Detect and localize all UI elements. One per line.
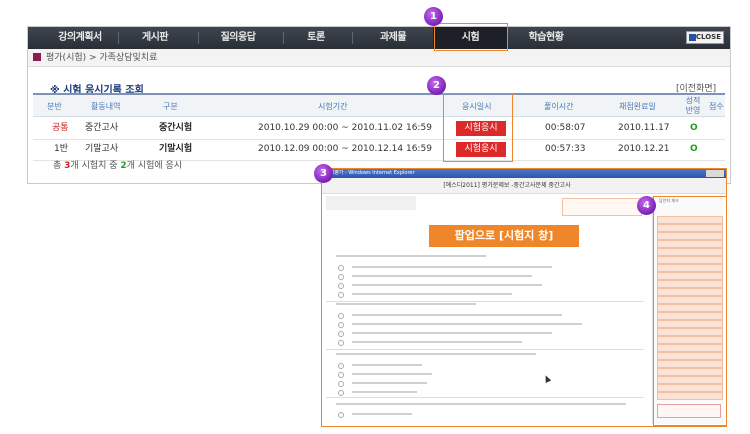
col-grading-date: 채점완료일: [619, 102, 656, 111]
col-type: 구분: [163, 102, 178, 111]
exam-summary: 총 3개 시험지 중 2개 시험에 응시: [53, 158, 182, 171]
breadcrumb-icon: [33, 53, 41, 61]
cell-grade-reflect: O: [690, 123, 698, 133]
step-badge-4: 4: [637, 196, 656, 215]
col-solve-time: 풀이시간: [544, 102, 574, 111]
breadcrumb-bar: 평가(시험) > 가족상담및치료: [28, 49, 730, 67]
nav-syllabus[interactable]: 강의계획서: [50, 27, 110, 49]
table-header: 분반 활동내역 구분 시험기간 응시일시 풀이시간 채점완료일 성적 반영 점수: [33, 93, 725, 117]
nav-board[interactable]: 게시판: [130, 27, 180, 49]
cell-activity: 중간고사: [85, 123, 119, 133]
col-period: 시험기간: [318, 102, 348, 111]
nav-divider: [352, 32, 353, 44]
summary-text: 개 시험지 중: [70, 161, 121, 171]
cell-grading-date: 2010.12.21: [618, 144, 670, 154]
close-button[interactable]: CLOSE: [686, 31, 724, 44]
highlight-exam-tab: [434, 23, 508, 51]
cell-activity: 기말고사: [85, 144, 119, 154]
nav-progress[interactable]: 학습현황: [516, 27, 576, 49]
summary-text: 총: [53, 161, 65, 171]
cell-grade-reflect: O: [690, 144, 698, 154]
cell-type: 기말시험: [159, 144, 193, 154]
cell-solve-time: 00:57:33: [545, 144, 586, 154]
close-icon: [689, 34, 696, 41]
breadcrumb: 평가(시험) > 가족상담및치료: [46, 53, 158, 63]
col-division: 분반: [47, 102, 62, 111]
top-navigation: 강의계획서 게시판 질의응답 토론 과제물 시험 학습현황 CLOSE: [28, 27, 730, 49]
cell-period: 2010.12.09 00:00 ~ 2010.12.14 16:59: [258, 144, 432, 154]
highlight-answer-sheet: [653, 196, 727, 426]
cell-period: 2010.10.29 00:00 ~ 2010.11.02 16:59: [258, 123, 432, 133]
nav-assignment[interactable]: 과제물: [368, 27, 418, 49]
cell-solve-time: 00:58:07: [545, 123, 586, 133]
nav-divider: [198, 32, 199, 44]
cell-division: 1반: [54, 144, 69, 154]
close-label: CLOSE: [695, 33, 721, 41]
col-grade-reflect: 성적 반영: [685, 96, 701, 115]
nav-discussion[interactable]: 토론: [296, 27, 336, 49]
step-badge-3: 3: [314, 164, 333, 183]
cell-division: 공통: [52, 123, 69, 133]
step-badge-2: 2: [427, 76, 446, 95]
highlight-exam-column: [443, 93, 513, 162]
nav-divider: [118, 32, 119, 44]
summary-text: 개 시험에 응시: [126, 161, 183, 171]
col-activity: 활동내역: [91, 102, 121, 111]
nav-divider: [283, 32, 284, 44]
cell-grading-date: 2010.11.17: [618, 123, 670, 133]
table-row: 공통 중간고사 중간시험 2010.10.29 00:00 ~ 2010.11.…: [33, 118, 725, 140]
nav-qna[interactable]: 질의응답: [208, 27, 268, 49]
step-badge-1: 1: [424, 7, 443, 26]
cell-type: 중간시험: [159, 123, 193, 133]
col-score: 점수: [709, 102, 724, 111]
